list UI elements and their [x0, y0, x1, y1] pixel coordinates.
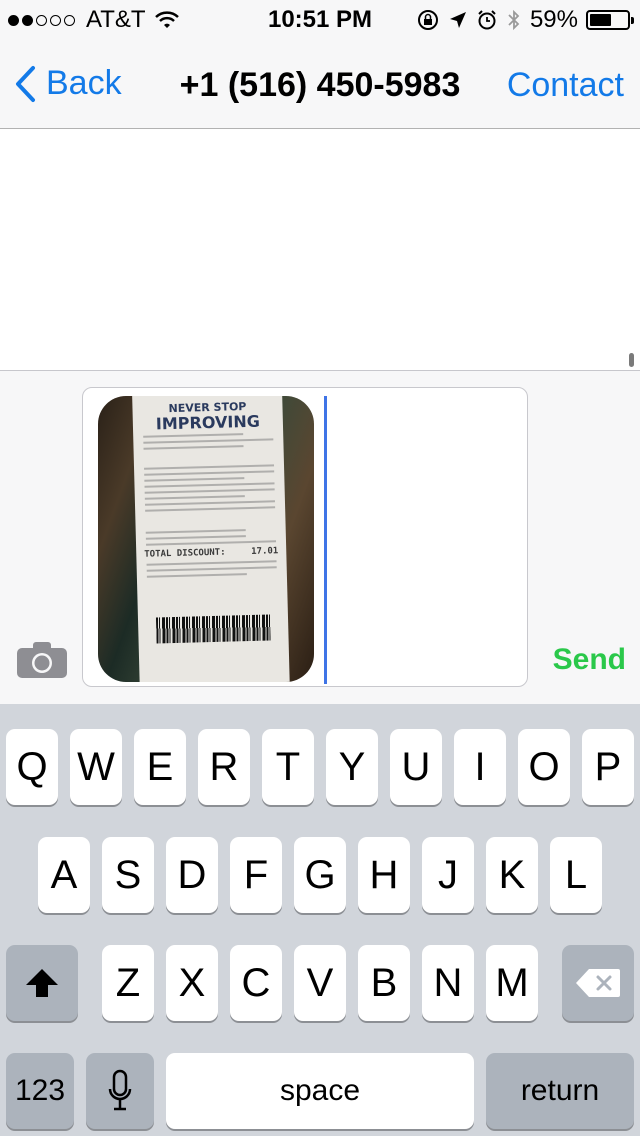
keyboard: QWERTYUIOP ASDFGHJKL ZXCVBNM 123 space r…	[0, 704, 640, 1136]
key-h[interactable]: H	[358, 837, 410, 913]
message-input[interactable]: NEVER STOP IMPROVING TOTAL DISCOUNT: 17.…	[82, 387, 528, 687]
key-r[interactable]: R	[198, 729, 250, 805]
contact-button[interactable]: Contact	[507, 66, 624, 105]
message-thread[interactable]	[0, 129, 640, 370]
receipt-total-value: 17.01	[251, 546, 279, 557]
key-c[interactable]: C	[230, 945, 282, 1021]
shift-key[interactable]	[6, 945, 78, 1021]
key-k[interactable]: K	[486, 837, 538, 913]
key-y[interactable]: Y	[326, 729, 378, 805]
bluetooth-icon	[506, 8, 522, 32]
numbers-key[interactable]: 123	[6, 1053, 74, 1129]
receipt-total-label: TOTAL DISCOUNT:	[144, 547, 226, 560]
battery-level	[590, 14, 612, 26]
key-w[interactable]: W	[70, 729, 122, 805]
alarm-icon	[476, 9, 498, 31]
key-i[interactable]: I	[454, 729, 506, 805]
receipt-image: NEVER STOP IMPROVING TOTAL DISCOUNT: 17.…	[132, 396, 290, 682]
key-g[interactable]: G	[294, 837, 346, 913]
key-t[interactable]: T	[262, 729, 314, 805]
text-cursor	[324, 396, 327, 684]
key-m[interactable]: M	[486, 945, 538, 1021]
delete-key[interactable]	[562, 945, 634, 1021]
key-n[interactable]: N	[422, 945, 474, 1021]
key-s[interactable]: S	[102, 837, 154, 913]
key-z[interactable]: Z	[102, 945, 154, 1021]
rotation-lock-icon	[416, 8, 440, 32]
status-right: 59%	[416, 6, 634, 34]
key-b[interactable]: B	[358, 945, 410, 1021]
microphone-icon	[108, 1069, 132, 1111]
dictation-key[interactable]	[86, 1053, 154, 1129]
camera-icon	[17, 642, 67, 678]
receipt-barcode	[155, 614, 271, 644]
shift-arrow-icon	[26, 969, 58, 997]
space-key[interactable]: space	[166, 1053, 474, 1129]
attached-photo[interactable]: NEVER STOP IMPROVING TOTAL DISCOUNT: 17.…	[98, 396, 314, 682]
key-j[interactable]: J	[422, 837, 474, 913]
navigation-bar: Back +1 (516) 450-5983 Contact	[0, 40, 640, 129]
key-p[interactable]: P	[582, 729, 634, 805]
key-x[interactable]: X	[166, 945, 218, 1021]
return-key[interactable]: return	[486, 1053, 634, 1129]
status-bar: AT&T 10:51 PM 59%	[0, 0, 640, 40]
battery-icon	[586, 10, 634, 30]
key-q[interactable]: Q	[6, 729, 58, 805]
key-d[interactable]: D	[166, 837, 218, 913]
key-o[interactable]: O	[518, 729, 570, 805]
send-button[interactable]: Send	[553, 643, 626, 677]
key-f[interactable]: F	[230, 837, 282, 913]
key-e[interactable]: E	[134, 729, 186, 805]
key-l[interactable]: L	[550, 837, 602, 913]
key-a[interactable]: A	[38, 837, 90, 913]
compose-bar: NEVER STOP IMPROVING TOTAL DISCOUNT: 17.…	[0, 370, 640, 704]
key-v[interactable]: V	[294, 945, 346, 1021]
camera-button[interactable]	[16, 641, 68, 684]
key-u[interactable]: U	[390, 729, 442, 805]
receipt-header: NEVER STOP IMPROVING	[132, 396, 283, 434]
backspace-icon	[576, 969, 620, 997]
battery-percent: 59%	[529, 6, 578, 33]
receipt-total: TOTAL DISCOUNT: 17.01	[144, 546, 278, 560]
scroll-indicator	[629, 353, 634, 367]
location-arrow-icon	[448, 10, 468, 30]
receipt-header-line2: IMPROVING	[155, 411, 261, 434]
